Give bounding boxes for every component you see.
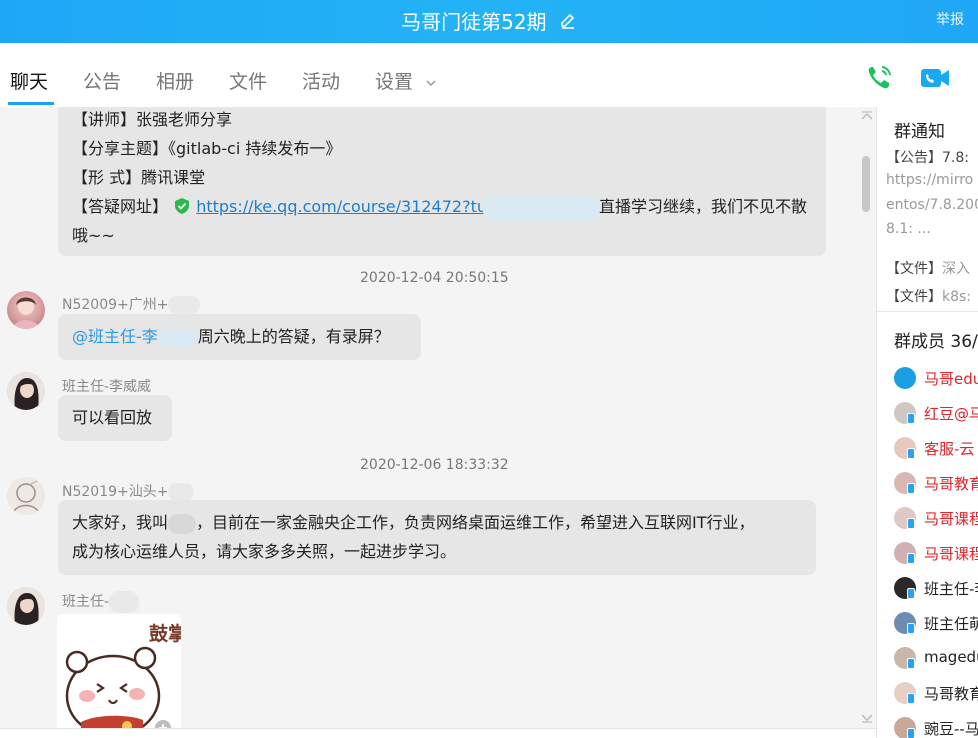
message-bubble: 【讲师】张强老师分享 【分享主题】《gitlab-ci 持续发布一》 【形 式】… xyxy=(58,107,826,256)
member-name: 红豆@马 xyxy=(924,405,978,423)
message-line: 【分享主题】《gitlab-ci 持续发布一》 xyxy=(72,139,342,158)
chat-scrollbar-thumb[interactable] xyxy=(862,156,870,212)
course-link[interactable]: https://ke.qq.com/course/312472?tu xyxy=(196,197,487,216)
message-line: 哦~~ xyxy=(72,226,115,245)
tab-activities[interactable]: 活动 xyxy=(302,67,340,94)
member-name: 马哥课程 xyxy=(924,510,978,528)
tab-settings[interactable]: 设置 xyxy=(375,67,437,94)
message-line: 大家好，我叫 ，目前在一家金融央企工作，负责网络桌面运维工作，希望进入互联网IT行… xyxy=(72,513,755,534)
sender-name: N52019+汕头+ xyxy=(62,481,195,501)
tab-bar: 聊天 公告 相册 文件 活动 设置 xyxy=(0,43,978,107)
avatar[interactable] xyxy=(7,477,45,515)
file-entry[interactable]: 【文件】深入 xyxy=(886,258,970,278)
sender-name: 班主任-李威威 xyxy=(62,379,152,395)
redacted-blur xyxy=(109,591,140,613)
voice-call-icon[interactable] xyxy=(864,63,896,93)
notice-line: entos/7.8.200 xyxy=(886,197,978,213)
mention[interactable]: @班主任-李 xyxy=(72,327,158,346)
sender-name: N52009+广州+ xyxy=(62,294,201,314)
redacted-blur xyxy=(157,328,198,347)
redacted-blur xyxy=(168,483,195,501)
members-title[interactable]: 群成员 36/ xyxy=(894,327,978,352)
group-title: 马哥门徒第52期 xyxy=(401,10,547,34)
section-divider xyxy=(877,311,978,312)
avatar-sketch-image xyxy=(7,477,45,515)
redacted-blur xyxy=(168,296,201,314)
tab-announcements[interactable]: 公告 xyxy=(83,67,121,94)
verified-shield-icon xyxy=(175,198,190,214)
video-call-icon[interactable] xyxy=(919,63,951,93)
chevron-down-icon xyxy=(426,79,436,86)
timestamp: 2020-12-04 20:50:15 xyxy=(360,270,509,286)
message-text: 可以看回放 xyxy=(72,408,153,427)
mobile-online-icon xyxy=(907,658,915,669)
member-name: 马哥教育 xyxy=(924,475,978,493)
file-entry[interactable]: 【文件】k8s: xyxy=(886,286,971,306)
notice-line: 8.1: ... xyxy=(886,221,931,237)
member-name: 班主任-李 xyxy=(924,580,978,598)
link-tail: 直播学习继续，我们不见不散 xyxy=(599,197,808,216)
avatar-woman-dark-hair-image xyxy=(7,587,45,625)
message-line: 【讲师】张强老师分享 xyxy=(72,110,233,129)
mobile-online-icon xyxy=(907,518,915,529)
active-tab-indicator xyxy=(8,102,54,105)
member-name: 班主任萌 xyxy=(924,615,978,633)
input-area-border xyxy=(0,728,876,738)
avatar[interactable] xyxy=(7,291,45,329)
member-name: 马哥edu xyxy=(924,370,978,388)
message-line: 【形 式】腾讯课堂 xyxy=(72,168,206,187)
notice-line[interactable]: 【公告】7.8: xyxy=(886,147,969,167)
mobile-online-icon xyxy=(907,448,915,459)
mobile-online-icon xyxy=(907,483,915,494)
member-name: 马哥课程 xyxy=(924,545,978,563)
scroll-down-icon[interactable] xyxy=(860,713,874,723)
link-prefix: 【答疑网址】 xyxy=(72,197,169,216)
title-bar: 马哥门徒第52期 举报 xyxy=(0,0,978,43)
group-side-panel: 群通知 【公告】7.8: https://mirro entos/7.8.200… xyxy=(877,107,978,738)
notice-line: https://mirro xyxy=(886,172,974,188)
group-notice-title[interactable]: 群通知 xyxy=(894,117,945,142)
redacted-blur xyxy=(483,194,599,221)
message-line: 【答疑网址】 https://ke.qq.com/course/312472?t… xyxy=(72,192,812,221)
member-name: magedu xyxy=(924,648,978,666)
message-text: 周六晚上的答疑，有录屏？ xyxy=(197,327,390,346)
mobile-online-icon xyxy=(907,623,915,634)
avatar-woman-dark-hair-image xyxy=(7,372,45,410)
tab-chat[interactable]: 聊天 xyxy=(10,67,48,94)
mobile-online-icon xyxy=(907,553,915,564)
avatar[interactable] xyxy=(7,372,45,410)
avatar-girl-pink-image xyxy=(13,297,39,329)
scroll-up-icon[interactable] xyxy=(860,111,874,121)
message-bubble: @班主任-李 周六晚上的答疑，有录屏？ xyxy=(58,314,421,360)
mobile-online-icon xyxy=(907,588,915,599)
avatar[interactable] xyxy=(7,587,45,625)
clapping-bear-sticker: 鼓掌 xyxy=(65,622,181,738)
report-button[interactable]: 举报 xyxy=(936,9,964,29)
member-avatar xyxy=(894,367,916,389)
tab-files[interactable]: 文件 xyxy=(229,67,267,94)
mobile-online-icon xyxy=(907,728,915,738)
chat-panel[interactable]: 【讲师】张强老师分享 【分享主题】《gitlab-ci 持续发布一》 【形 式】… xyxy=(0,107,876,738)
mobile-online-icon xyxy=(907,693,915,704)
timestamp: 2020-12-06 18:33:32 xyxy=(360,457,509,473)
member-name: 客服-云 xyxy=(924,440,975,458)
message-line: 成为核心运维人员，请大家多多关照，一起进步学习。 xyxy=(72,542,457,561)
edit-pencil-icon[interactable] xyxy=(559,12,577,30)
mobile-online-icon xyxy=(907,413,915,424)
sticker-text: 鼓掌 xyxy=(149,622,181,645)
redacted-blur xyxy=(168,513,197,534)
member-name: 豌豆--马 xyxy=(924,720,978,738)
group-title-wrap: 马哥门徒第52期 xyxy=(0,6,978,35)
tab-album[interactable]: 相册 xyxy=(156,67,194,94)
sticker-image[interactable]: 鼓掌 xyxy=(57,614,181,738)
member-name: 马哥教育 xyxy=(924,685,978,703)
tab-settings-label: 设置 xyxy=(375,71,414,93)
message-bubble: 可以看回放 xyxy=(58,395,172,441)
message-bubble: 大家好，我叫 ，目前在一家金融央企工作，负责网络桌面运维工作，希望进入互联网IT行… xyxy=(58,500,816,575)
sender-name: 班主任- xyxy=(62,591,140,613)
